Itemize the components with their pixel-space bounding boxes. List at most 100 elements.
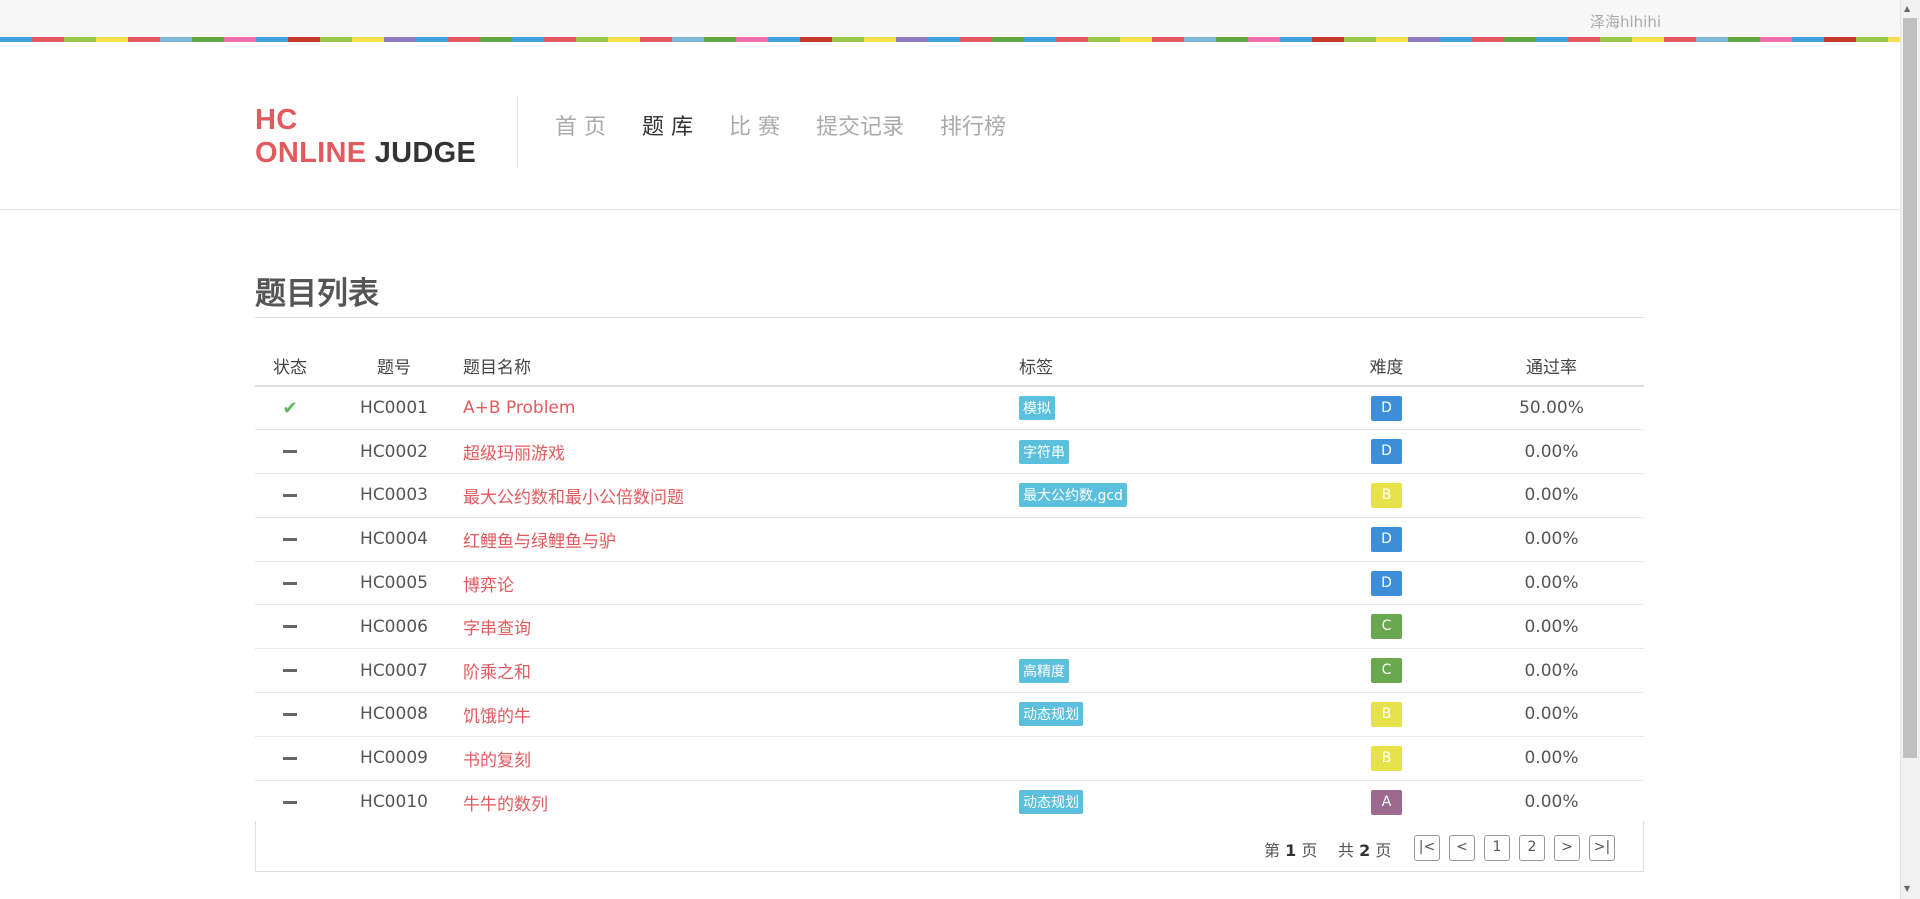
scroll-down-icon[interactable]: ▼ (1904, 884, 1910, 893)
tag-cell (1019, 560, 1314, 605)
first-page-button[interactable]: |< (1414, 835, 1440, 861)
logo-line1: HC (255, 104, 298, 136)
problem-name-cell: A+B Problem (463, 385, 1019, 430)
status-cell (255, 735, 325, 781)
problem-name-link[interactable]: A+B Problem (463, 398, 575, 418)
tag-cell: 高精度 (1019, 648, 1314, 693)
problem-name-link[interactable]: 最大公约数和最小公倍数问题 (463, 488, 684, 508)
nav-submissions[interactable]: 提交记录 (816, 109, 904, 141)
problem-name-link[interactable]: 超级玛丽游戏 (463, 444, 565, 464)
username-link[interactable]: 泽海hlhihi (1590, 11, 1661, 32)
scrollbar-thumb[interactable] (1903, 18, 1917, 758)
pass-rate: 0.00% (1459, 429, 1644, 474)
last-page-button[interactable]: >| (1589, 835, 1615, 861)
page-1-button[interactable]: 1 (1484, 835, 1510, 861)
table-row: HC0009 书的复刻 B 0.00% (255, 735, 1644, 781)
status-cell (255, 692, 325, 737)
status-cell (255, 473, 325, 518)
page-2-button[interactable]: 2 (1519, 835, 1545, 861)
not-attempted-dash-icon (283, 450, 297, 454)
problem-id: HC0010 (325, 779, 463, 824)
problem-name-link[interactable]: 字串查询 (463, 619, 531, 639)
problem-name-cell: 最大公约数和最小公倍数问题 (463, 473, 1019, 518)
pass-rate: 0.00% (1459, 735, 1644, 781)
difficulty-cell: A (1314, 779, 1459, 824)
nav-contests[interactable]: 比 赛 (729, 109, 780, 141)
problem-id: HC0007 (325, 648, 463, 693)
tag-cell (1019, 516, 1314, 562)
nav-ranklist[interactable]: 排行榜 (940, 109, 1006, 141)
table-row: HC0003 最大公约数和最小公倍数问题 最大公约数,gcd B 0.00% (255, 473, 1644, 518)
problem-name-cell: 超级玛丽游戏 (463, 429, 1019, 474)
not-attempted-dash-icon (283, 756, 297, 760)
pass-rate: 0.00% (1459, 692, 1644, 737)
tag-cell: 动态规划 (1019, 779, 1314, 824)
problem-name-link[interactable]: 饥饿的牛 (463, 707, 531, 727)
not-attempted-dash-icon (283, 669, 297, 673)
problem-name-cell: 字串查询 (463, 604, 1019, 649)
difficulty-cell: B (1314, 473, 1459, 518)
main-nav: 首 页 题 库 比 赛 提交记录 排行榜 (555, 109, 1042, 141)
nav-home[interactable]: 首 页 (555, 109, 606, 141)
status-cell (255, 779, 325, 824)
header-name: 题目名称 (463, 346, 1019, 387)
difficulty-cell: D (1314, 560, 1459, 605)
problem-id: HC0003 (325, 473, 463, 518)
header-divider (517, 96, 518, 168)
pass-rate: 50.00% (1459, 385, 1644, 430)
problem-name-link[interactable]: 博弈论 (463, 576, 514, 596)
problem-name-link[interactable]: 书的复刻 (463, 751, 531, 771)
difficulty-cell: D (1314, 385, 1459, 430)
difficulty-badge: C (1371, 614, 1402, 640)
difficulty-badge: D (1371, 395, 1402, 421)
difficulty-cell: C (1314, 604, 1459, 649)
problem-id: HC0002 (325, 429, 463, 474)
table-row: HC0007 阶乘之和 高精度 C 0.00% (255, 648, 1644, 693)
not-attempted-dash-icon (283, 493, 297, 497)
header-difficulty: 难度 (1314, 346, 1459, 387)
total-suffix: 页 (1375, 841, 1392, 860)
pass-rate: 0.00% (1459, 779, 1644, 824)
site-header: HC ONLINE JUDGE 首 页 题 库 比 赛 提交记录 排行榜 (0, 42, 1900, 210)
difficulty-cell: C (1314, 648, 1459, 693)
total-pages-number: 2 (1359, 841, 1371, 860)
problem-tag[interactable]: 字符串 (1019, 439, 1069, 464)
problem-name-link[interactable]: 牛牛的数列 (463, 795, 548, 815)
prev-page-button[interactable]: < (1449, 835, 1475, 861)
total-prefix: 共 (1338, 841, 1355, 860)
table-row: HC0010 牛牛的数列 动态规划 A 0.00% (255, 779, 1644, 824)
current-page-number: 1 (1285, 841, 1297, 860)
pagination: 第 1 页 共 2 页 |< < 1 2 > >| (255, 821, 1644, 872)
table-row: HC0005 博弈论 D 0.00% (255, 560, 1644, 605)
problem-tag[interactable]: 动态规划 (1019, 702, 1083, 727)
status-cell (255, 560, 325, 605)
problem-id: HC0006 (325, 604, 463, 649)
status-cell: ✔ (255, 385, 325, 430)
nav-problems[interactable]: 题 库 (642, 109, 693, 141)
scroll-up-icon[interactable]: ▲ (1904, 4, 1910, 13)
problem-tag[interactable]: 最大公约数,gcd (1019, 483, 1127, 508)
difficulty-cell: B (1314, 735, 1459, 781)
not-attempted-dash-icon (283, 800, 297, 804)
not-attempted-dash-icon (283, 712, 297, 716)
problem-tag[interactable]: 高精度 (1019, 658, 1069, 683)
table-row: HC0006 字串查询 C 0.00% (255, 604, 1644, 649)
pass-rate: 0.00% (1459, 560, 1644, 605)
difficulty-cell: B (1314, 692, 1459, 737)
problem-name-link[interactable]: 阶乘之和 (463, 663, 531, 683)
problem-name-link[interactable]: 红鲤鱼与绿鲤鱼与驴 (463, 532, 616, 552)
difficulty-badge: D (1371, 570, 1402, 596)
tag-cell: 最大公约数,gcd (1019, 473, 1314, 518)
difficulty-badge: B (1371, 482, 1402, 508)
site-logo[interactable]: HC ONLINE JUDGE (255, 104, 476, 170)
difficulty-badge: B (1371, 745, 1402, 771)
not-attempted-dash-icon (283, 581, 297, 585)
problem-tag[interactable]: 模拟 (1019, 396, 1055, 421)
problem-name-cell: 红鲤鱼与绿鲤鱼与驴 (463, 516, 1019, 562)
not-attempted-dash-icon (283, 537, 297, 541)
table-row: HC0004 红鲤鱼与绿鲤鱼与驴 D 0.00% (255, 516, 1644, 562)
next-page-button[interactable]: > (1554, 835, 1580, 861)
problem-tag[interactable]: 动态规划 (1019, 790, 1083, 815)
problem-name-cell: 博弈论 (463, 560, 1019, 605)
problem-id: HC0001 (325, 385, 463, 430)
